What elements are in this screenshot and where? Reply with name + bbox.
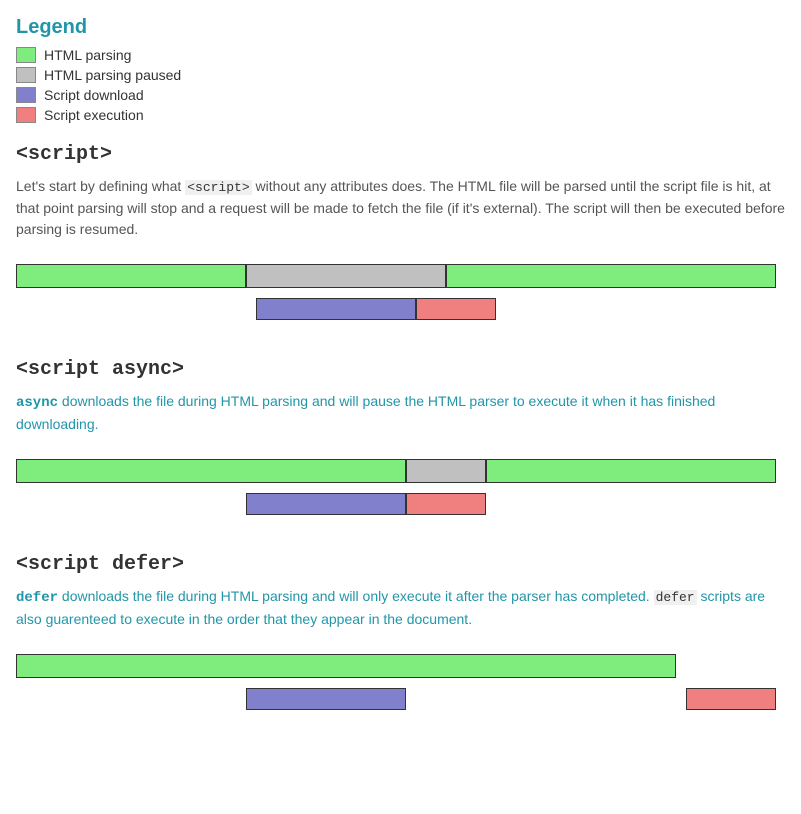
- section-script-heading: <script>: [16, 143, 785, 166]
- legend-color-script-download: [16, 87, 36, 103]
- legend-label-script-download: Script download: [44, 87, 144, 103]
- legend-section: Legend HTML parsing HTML parsing paused …: [16, 16, 785, 123]
- bar-async-green-left: [16, 459, 406, 483]
- legend-label-html-parsing-paused: HTML parsing paused: [44, 67, 181, 83]
- diagram-script: [16, 254, 776, 334]
- section-defer-description: defer downloads the file during HTML par…: [16, 586, 785, 630]
- bar-async-execution: [406, 493, 486, 515]
- bar-defer-execution: [686, 688, 776, 710]
- bar-async-gray: [406, 459, 486, 483]
- desc-async-text: downloads the file during HTML parsing a…: [16, 393, 715, 432]
- legend-item-script-execution: Script execution: [16, 107, 785, 123]
- section-script-defer: <script defer> defer downloads the file …: [16, 553, 785, 734]
- bar-script-download: [256, 298, 416, 320]
- desc-async-keyword: async: [16, 395, 58, 411]
- legend-color-html-parsing: [16, 47, 36, 63]
- diagram-script-defer: [16, 644, 776, 734]
- section-async-heading: <script async>: [16, 358, 785, 381]
- bar-script-execution: [416, 298, 496, 320]
- section-script-async: <script async> async downloads the file …: [16, 358, 785, 529]
- section-defer-heading: <script defer>: [16, 553, 785, 576]
- bar-async-green-right: [486, 459, 776, 483]
- bar-script-gray: [246, 264, 446, 288]
- bar-defer-download: [246, 688, 406, 710]
- legend-item-script-download: Script download: [16, 87, 785, 103]
- diagram-script-async: [16, 449, 776, 529]
- desc-defer-text-1: downloads the file during HTML parsing a…: [62, 588, 654, 604]
- bar-script-green-left: [16, 264, 246, 288]
- desc-code-script: <script>: [185, 180, 251, 195]
- legend-label-html-parsing: HTML parsing: [44, 47, 131, 63]
- legend-items: HTML parsing HTML parsing paused Script …: [16, 47, 785, 123]
- section-script-description: Let's start by defining what <script> wi…: [16, 176, 785, 240]
- desc-defer-code: defer: [654, 590, 697, 605]
- bar-script-green-right: [446, 264, 776, 288]
- bar-defer-green: [16, 654, 676, 678]
- bar-async-download: [246, 493, 406, 515]
- section-script: <script> Let's start by defining what <s…: [16, 143, 785, 334]
- section-async-description: async downloads the file during HTML par…: [16, 391, 785, 435]
- desc-text-1: Let's start by defining what: [16, 178, 185, 194]
- legend-color-script-execution: [16, 107, 36, 123]
- legend-label-script-execution: Script execution: [44, 107, 144, 123]
- legend-item-html-parsing: HTML parsing: [16, 47, 785, 63]
- legend-title: Legend: [16, 16, 785, 39]
- legend-color-html-parsing-paused: [16, 67, 36, 83]
- desc-defer-keyword: defer: [16, 590, 58, 606]
- legend-item-html-parsing-paused: HTML parsing paused: [16, 67, 785, 83]
